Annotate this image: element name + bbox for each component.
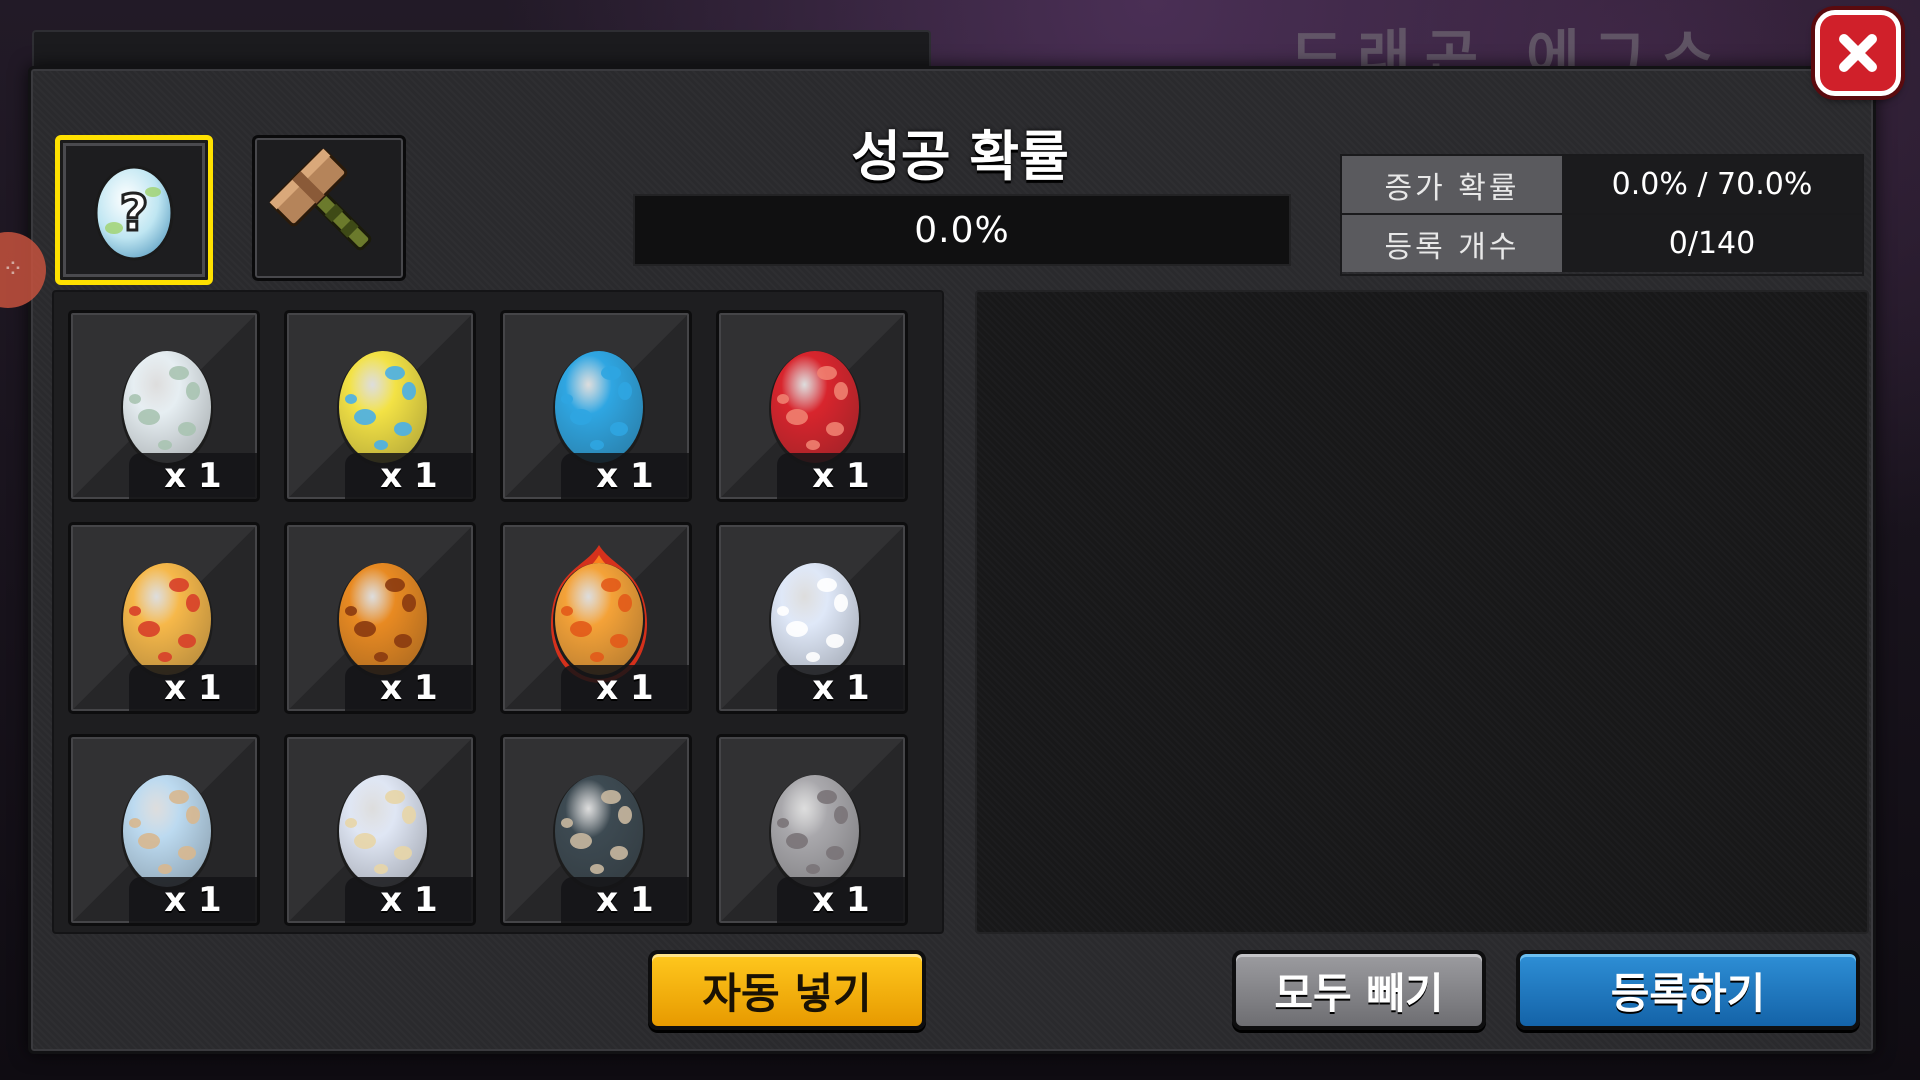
dragon-egg-icon	[337, 775, 429, 891]
grip-icon: ⁘	[2, 254, 24, 284]
info-row-count: 등록 개수 0/140	[1342, 213, 1862, 272]
dragon-egg-icon	[769, 351, 861, 467]
egg-slot[interactable]: x 1	[716, 522, 908, 714]
mystery-egg-slot[interactable]: ?	[55, 135, 213, 285]
dragon-egg-icon	[553, 775, 645, 891]
close-icon	[1839, 34, 1877, 72]
register-button[interactable]: 등록하기	[1516, 950, 1860, 1030]
egg-slot[interactable]: x 1	[68, 522, 260, 714]
bonus-rate-label: 증가 확률	[1342, 156, 1562, 213]
dragon-egg-icon	[550, 545, 648, 683]
success-rate-value: 0.0%	[914, 209, 1010, 251]
egg-grid: x 1 x 1 x 1 x 1 x 1 x 1 x 1 x 1 x 1 x 1 …	[68, 310, 908, 926]
dragon-egg-icon	[121, 563, 213, 679]
egg-count-label: x 1	[345, 453, 473, 499]
egg-count-label: x 1	[777, 877, 905, 923]
egg-slot[interactable]: x 1	[500, 734, 692, 926]
egg-slot[interactable]: x 1	[284, 310, 476, 502]
registration-area	[975, 290, 1869, 934]
egg-slot[interactable]: x 1	[500, 522, 692, 714]
success-rate-bar: 0.0%	[633, 194, 1291, 266]
remove-all-button[interactable]: 모두 빼기	[1232, 950, 1486, 1030]
registered-count-label: 등록 개수	[1342, 215, 1562, 272]
egg-count-label: x 1	[345, 665, 473, 711]
egg-count-label: x 1	[345, 877, 473, 923]
egg-inventory-panel: x 1 x 1 x 1 x 1 x 1 x 1 x 1 x 1 x 1 x 1 …	[52, 290, 944, 934]
mystery-egg-icon: ?	[94, 165, 174, 261]
bonus-rate-value: 0.0% / 70.0%	[1562, 156, 1862, 213]
egg-slot[interactable]: x 1	[68, 734, 260, 926]
auto-fill-button[interactable]: 자동 넣기	[648, 950, 926, 1030]
egg-count-label: x 1	[561, 453, 689, 499]
egg-count-label: x 1	[129, 665, 257, 711]
egg-count-label: x 1	[777, 453, 905, 499]
egg-count-label: x 1	[561, 665, 689, 711]
egg-count-label: x 1	[129, 453, 257, 499]
dragon-egg-icon	[337, 563, 429, 679]
dragon-egg-icon	[769, 775, 861, 891]
egg-slot[interactable]: x 1	[716, 310, 908, 502]
egg-count-label: x 1	[777, 665, 905, 711]
dragon-egg-icon	[553, 351, 645, 467]
dragon-egg-icon	[121, 351, 213, 467]
egg-count-label: x 1	[561, 877, 689, 923]
success-rate-title: 성공 확률	[851, 125, 1069, 188]
top-tab-strip	[32, 30, 931, 66]
egg-slot[interactable]: x 1	[284, 734, 476, 926]
registered-count-value: 0/140	[1562, 215, 1862, 272]
close-button[interactable]	[1815, 10, 1901, 96]
info-table: 증가 확률 0.0% / 70.0% 등록 개수 0/140	[1340, 154, 1864, 276]
dragon-egg-icon	[121, 775, 213, 891]
dragon-egg-icon	[769, 563, 861, 679]
egg-slot[interactable]: x 1	[500, 310, 692, 502]
svg-text:?: ?	[119, 184, 148, 242]
hammer-slot[interactable]	[252, 135, 406, 281]
egg-slot[interactable]: x 1	[716, 734, 908, 926]
info-row-bonus: 증가 확률 0.0% / 70.0%	[1342, 156, 1862, 213]
egg-slot[interactable]: x 1	[284, 522, 476, 714]
hammer-icon	[269, 148, 372, 251]
egg-slot[interactable]: x 1	[68, 310, 260, 502]
dragon-egg-icon	[337, 351, 429, 467]
egg-count-label: x 1	[129, 877, 257, 923]
